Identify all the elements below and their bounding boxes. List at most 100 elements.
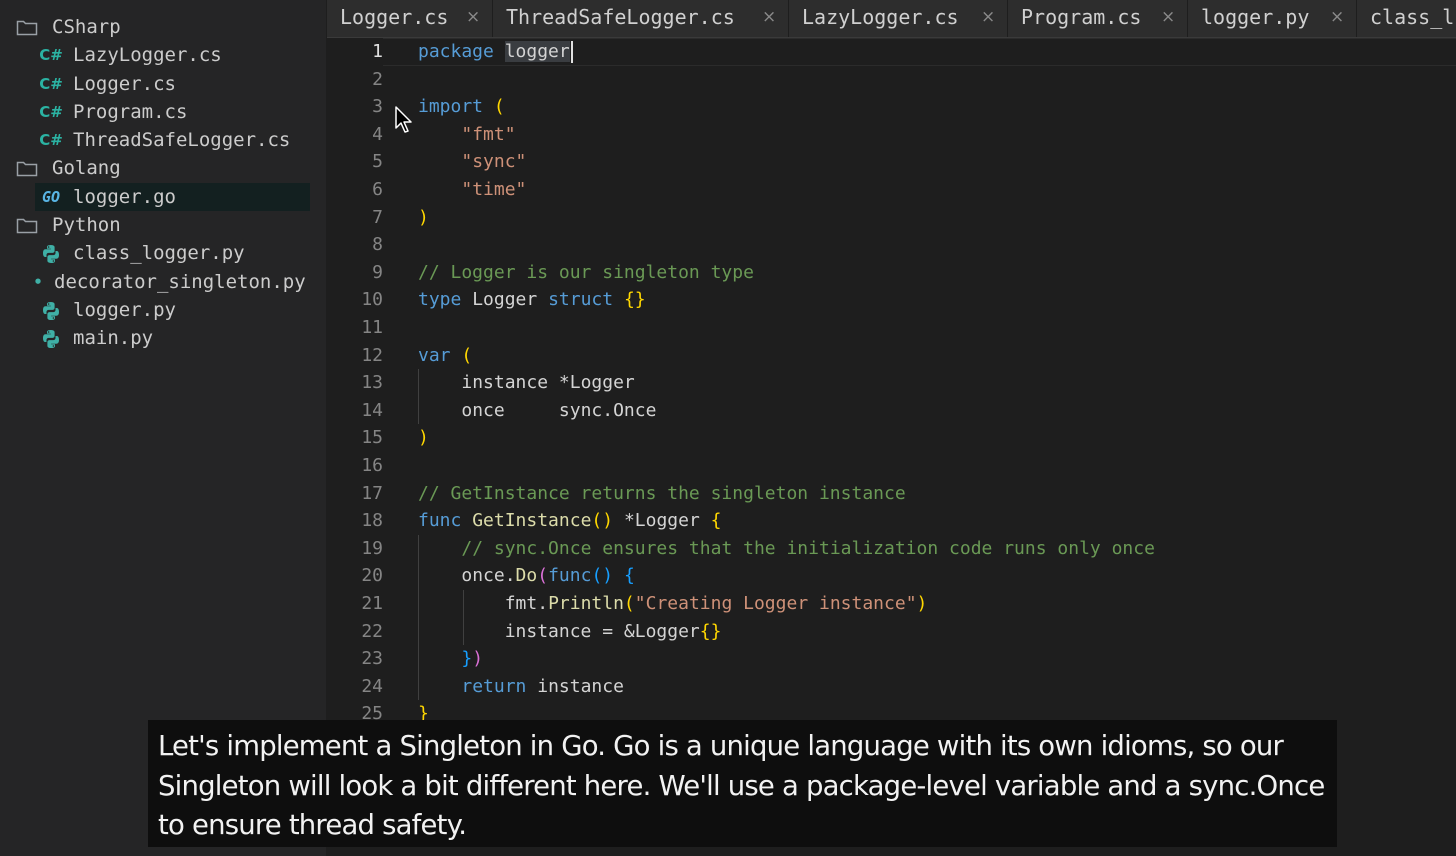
code-line[interactable]: 24 return instance [327, 673, 1456, 701]
code-token: import [418, 96, 484, 118]
code-line[interactable]: 11 [327, 314, 1456, 342]
code-token: ) [472, 648, 484, 670]
file-item[interactable]: C# LazyLogger.cs [0, 41, 326, 69]
file-label: logger.py [73, 298, 176, 321]
code-token: once sync.Once [461, 399, 657, 421]
code-line[interactable]: 12 var ( [327, 342, 1456, 370]
code-token: // Logger is our singleton type [418, 261, 754, 283]
csharp-icon: C# [39, 74, 63, 93]
close-icon[interactable]: × [981, 0, 995, 35]
editor-tab[interactable]: Program.cs × [1008, 0, 1188, 37]
file-item[interactable]: C# ThreadSafeLogger.cs [0, 126, 326, 154]
dot-icon: • [33, 272, 43, 291]
close-icon[interactable]: × [1330, 0, 1344, 35]
code-text: ) [418, 424, 429, 452]
code-line[interactable]: 5 "sync" [327, 148, 1456, 176]
line-number: 1 [372, 41, 383, 62]
editor-tab[interactable]: ThreadSafeLogger.cs × [493, 0, 789, 37]
file-item[interactable]: C# Program.cs [0, 98, 326, 126]
code-line[interactable]: 4 "fmt" [327, 121, 1456, 149]
go-icon: GO [41, 187, 61, 206]
code-token: } [461, 648, 473, 670]
folder-python[interactable]: Python [0, 211, 326, 239]
file-label: LazyLogger.cs [73, 44, 222, 67]
folder-csharp[interactable]: CSharp [0, 13, 326, 41]
folder-label: Golang [52, 157, 121, 180]
editor-tab[interactable]: logger.py × [1188, 0, 1357, 37]
line-number: 21 [361, 593, 383, 614]
code-text: "sync" [418, 148, 526, 176]
file-item[interactable]: C# Logger.cs [0, 70, 326, 98]
code-text: instance = &Logger{} [418, 618, 722, 646]
line-number: 6 [372, 179, 383, 200]
csharp-icon: C# [39, 131, 63, 150]
close-icon[interactable]: × [1161, 0, 1175, 35]
code-line[interactable]: 16 [327, 452, 1456, 480]
code-line[interactable]: 2 [327, 66, 1456, 94]
file-label: Logger.cs [73, 72, 176, 95]
code-line[interactable]: 20 once.Do(func() { [327, 562, 1456, 590]
file-item[interactable]: logger.py [0, 296, 326, 324]
python-icon [38, 324, 64, 358]
code-text: }) [418, 645, 483, 673]
code-line[interactable]: 22 instance = &Logger{} [327, 618, 1456, 646]
code-line[interactable]: 10 type Logger struct {} [327, 286, 1456, 314]
code-line[interactable]: 13 instance *Logger [327, 369, 1456, 397]
code-line[interactable]: 3 import ( [327, 93, 1456, 121]
csharp-icon: C# [39, 46, 63, 65]
tab-label: logger.py [1201, 5, 1310, 29]
code-line[interactable]: 19 // sync.Once ensures that the initial… [327, 535, 1456, 563]
file-item[interactable]: • decorator_singleton.py [0, 268, 326, 296]
code-text: once.Do(func() { [418, 562, 635, 590]
selected-text: logger [504, 41, 570, 62]
close-icon[interactable]: × [466, 0, 480, 35]
code-token: "time" [461, 179, 527, 200]
code-token: { [623, 565, 635, 587]
code-token: ) [418, 427, 429, 449]
file-item[interactable]: main.py [0, 324, 326, 352]
folder-label: Python [52, 214, 121, 237]
code-line[interactable]: 23 }) [327, 645, 1456, 673]
line-number: 19 [361, 537, 383, 559]
code-token: struct [548, 289, 614, 311]
code-token: // GetInstance returns the singleton ins… [418, 482, 906, 504]
line-number: 22 [361, 620, 383, 642]
file-label: ThreadSafeLogger.cs [73, 129, 291, 152]
line-number: 9 [372, 261, 383, 283]
code-line[interactable]: 7) [327, 204, 1456, 232]
code-text: once sync.Once [418, 397, 656, 425]
code-line[interactable]: 14 once sync.Once [327, 397, 1456, 425]
tab-label: ThreadSafeLogger.cs [506, 5, 735, 29]
code-line[interactable]: 8 [327, 231, 1456, 259]
line-number: 12 [361, 344, 383, 366]
editor-tab[interactable]: LazyLogger.cs × [789, 0, 1008, 37]
close-icon[interactable]: × [762, 0, 776, 35]
code-line[interactable]: 21 fmt.Println("Creating Logger instance… [327, 590, 1456, 618]
code-line[interactable]: 1 package logger [327, 38, 1456, 66]
line-number: 5 [372, 151, 383, 173]
code-line[interactable]: 18 func GetInstance() *Logger { [327, 507, 1456, 535]
code-token: "fmt" [461, 123, 516, 145]
folder-golang[interactable]: Golang [0, 154, 326, 182]
code-line[interactable]: 17 // GetInstance returns the singleton i… [327, 480, 1456, 508]
file-label: logger.go [73, 185, 176, 208]
code-token: ( [493, 96, 505, 118]
code-line[interactable]: 9 // Logger is our singleton type [327, 259, 1456, 287]
line-number: 23 [361, 648, 383, 670]
editor-tab[interactable]: class_l [1357, 0, 1456, 37]
file-item[interactable]: class_logger.py [0, 239, 326, 267]
file-item[interactable]: GO logger.go [35, 182, 310, 212]
code-line[interactable]: 15) [327, 424, 1456, 452]
code-line[interactable]: 6 "time" [327, 176, 1456, 204]
caption-text: Let's implement a Singleton in Go. Go is… [158, 730, 1325, 841]
code-text: // Logger is our singleton type [418, 259, 754, 287]
editor-tab[interactable]: Logger.cs × [327, 0, 493, 37]
code-token: // sync.Once ensures that the initializa… [461, 537, 1155, 559]
code-token: func [548, 565, 592, 587]
